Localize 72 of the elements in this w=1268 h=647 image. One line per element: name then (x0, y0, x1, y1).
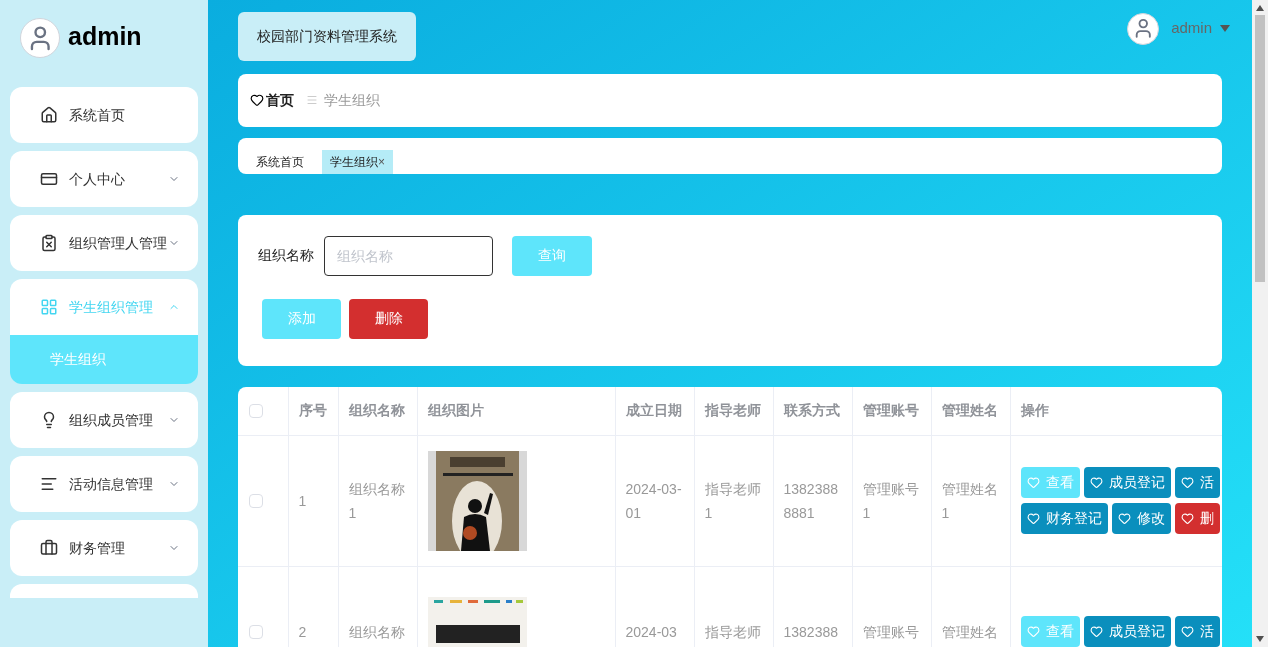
column-header: 联系方式 (783, 402, 840, 419)
heart-icon (1089, 476, 1103, 489)
heart-icon (1026, 625, 1040, 638)
scrollbar[interactable] (1252, 0, 1268, 647)
row-action-button[interactable]: 成员登记 (1083, 467, 1171, 498)
heart-icon (1026, 476, 1040, 489)
table-cell: 2 (298, 623, 307, 640)
heart-icon (1089, 625, 1103, 638)
table-cell: 1382388 (783, 623, 838, 640)
row-action-button[interactable]: 活 (1174, 616, 1220, 647)
table-cell: 指导老师1 (704, 480, 761, 521)
search-field[interactable]: 组织名称 (324, 235, 493, 276)
table-cell: 1 (298, 492, 307, 509)
avatar (1127, 12, 1160, 45)
row-action-button[interactable]: 修改 (1111, 503, 1171, 534)
table-cell: 2024-03 (625, 623, 677, 640)
breadcrumb-item: 学生组织 (324, 90, 380, 110)
column-header: 组织图片 (427, 402, 484, 419)
table-cell: 2024-03-01 (625, 480, 682, 521)
heart-icon (1180, 476, 1194, 489)
heart-icon (1117, 512, 1131, 525)
row-action-button[interactable]: 财务登记 (1020, 503, 1108, 534)
breadcrumb-item[interactable]: 首页 (266, 89, 294, 111)
row-action-button[interactable]: 成员登记 (1083, 616, 1171, 647)
row-action-button[interactable]: 删 (1174, 503, 1220, 534)
checkbox[interactable] (249, 624, 263, 639)
sidebar-item[interactable]: 组织成员管理 (10, 392, 198, 448)
sidebar-item[interactable]: 组织管理人管理 (10, 215, 198, 271)
checkbox[interactable] (249, 403, 263, 418)
column-header: 管理姓名 (941, 402, 998, 419)
action-button[interactable]: 删除 (349, 298, 428, 339)
system-title: 校园部门资料管理系统 (238, 12, 416, 61)
menu-icon (40, 106, 58, 124)
menu-icon (40, 234, 58, 252)
scroll-down-icon[interactable] (1256, 636, 1264, 642)
table-cell: 13823888881 (783, 480, 838, 521)
table-cell: 管理账号1 (862, 480, 919, 521)
column-header: 指导老师 (704, 402, 761, 419)
menu-icon (40, 170, 58, 188)
sidebar-item[interactable]: 财务管理 (10, 520, 198, 576)
menu-icon (40, 539, 58, 557)
sidebar-item[interactable]: 个人中心 (10, 151, 198, 207)
column-header: 操作 (1020, 402, 1049, 419)
checkbox[interactable] (249, 493, 263, 508)
avatar (20, 18, 60, 58)
field-label: 组织名称 (258, 246, 314, 266)
column-header: 管理账号 (862, 402, 919, 419)
menu-icon (40, 298, 58, 316)
heart-icon (1026, 512, 1040, 525)
table-cell: 管理姓名1 (941, 480, 998, 521)
user-menu[interactable]: admin (1171, 17, 1212, 40)
menu-icon (40, 475, 58, 493)
heart-icon (1180, 512, 1194, 525)
page-tab[interactable]: 系统首页 (248, 149, 312, 174)
row-action-button[interactable]: 活 (1174, 467, 1220, 498)
heart-icon (1180, 625, 1194, 638)
column-header: 序号 (298, 402, 327, 419)
caret-icon (1220, 25, 1230, 32)
sidebar-item[interactable]: 活动信息管理 (10, 456, 198, 512)
sidebar-item[interactable]: 系统首页 (10, 87, 198, 143)
table-cell: 管理姓名 (941, 623, 998, 640)
table-cell: 指导老师 (704, 623, 761, 640)
table-cell: 管理账号 (862, 623, 919, 640)
column-header: 成立日期 (625, 402, 682, 419)
table-cell: 组织名称 (348, 623, 405, 640)
heart-icon (250, 93, 264, 108)
separator-icon (306, 94, 318, 107)
table-cell: 组织名称1 (348, 480, 405, 521)
page-tab[interactable]: 学生组织× (322, 149, 393, 174)
column-header: 组织名称 (348, 402, 405, 419)
sidebar-username: admin (68, 21, 142, 52)
scroll-up-icon[interactable] (1256, 5, 1264, 11)
